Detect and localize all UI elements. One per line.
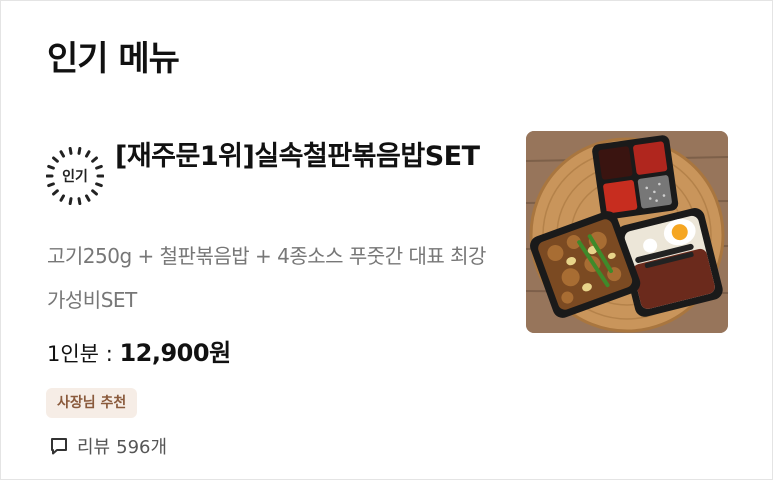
- comment-icon: [51, 438, 67, 455]
- menu-card[interactable]: 인기 메뉴 인기 [재주문1위]실속철판볶음밥SET 고기250g + 철판볶음…: [0, 0, 773, 480]
- badge-ray: [68, 147, 73, 155]
- badge-ray: [91, 156, 98, 163]
- badge-ray: [52, 156, 59, 163]
- price: 12,900원: [119, 339, 231, 367]
- badge-ray: [68, 197, 73, 205]
- badge-ray: [59, 150, 65, 158]
- badge-ray: [52, 189, 59, 196]
- badge-ray: [77, 197, 82, 205]
- badge-ray: [77, 147, 82, 155]
- food-photo-icon: [526, 131, 728, 333]
- menu-description: 고기250g + 철판볶음밥 + 4종소스 푸줏간 대표 최강 가성비SET: [47, 244, 486, 312]
- review-count: 596개: [116, 437, 168, 458]
- owner-recommend-badge: 사장님 추천: [46, 388, 138, 418]
- badge-ray: [85, 194, 91, 202]
- portion-label: 1인분: [47, 342, 100, 366]
- menu-image[interactable]: [526, 131, 728, 333]
- price-separator: :: [99, 342, 120, 366]
- menu-name[interactable]: [재주문1위]실속철판볶음밥SET: [115, 135, 507, 179]
- badge-ray: [59, 194, 65, 202]
- review-row[interactable]: 리뷰 596개: [49, 433, 167, 459]
- badge-ray: [91, 189, 98, 196]
- badge-ray: [85, 150, 91, 158]
- popular-badge-label: 인기: [62, 169, 88, 185]
- section-title: 인기 메뉴: [47, 39, 180, 79]
- price-row: 1인분 : 12,900원: [47, 333, 231, 368]
- review-label: 리뷰: [77, 437, 111, 458]
- popular-badge: 인기: [46, 147, 104, 205]
